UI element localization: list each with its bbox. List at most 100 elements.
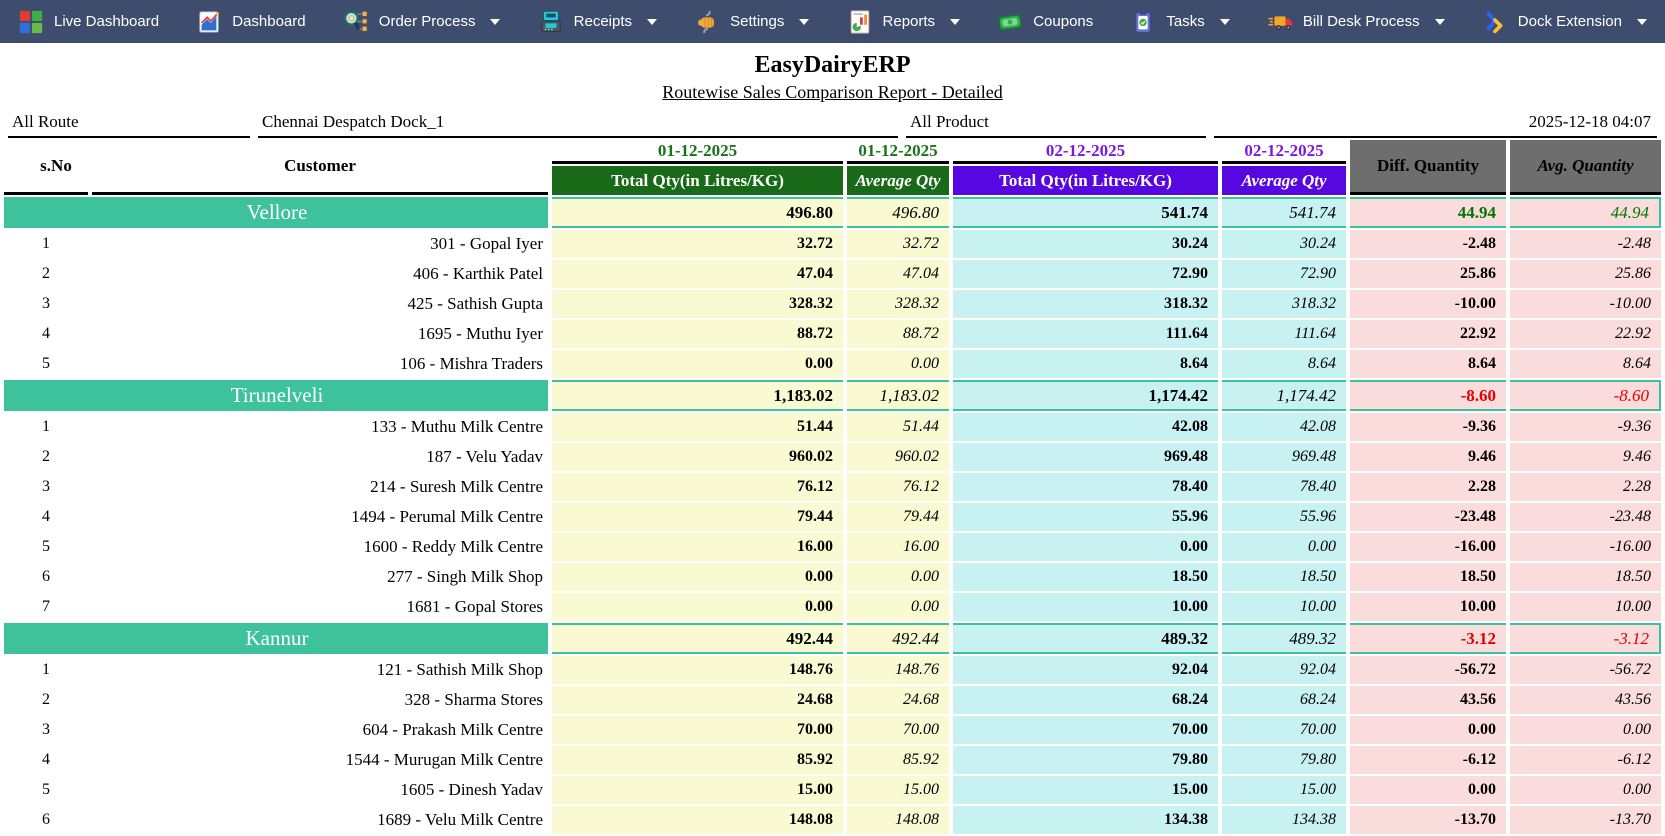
customer-row: 6 277 - Singh Milk Shop 0.00 0.00 18.50 18.50… [4, 563, 1661, 591]
total-qty-day2-cell: 72.90 [953, 260, 1218, 288]
average-qty-day2-cell: 70.00 [1222, 716, 1346, 744]
diff-quantity-cell: 25.86 [1350, 260, 1506, 288]
diff-quantity-cell: 43.56 [1350, 686, 1506, 714]
customer-row: 5 1605 - Dinesh Yadav 15.00 15.00 15.00 15.00… [4, 776, 1661, 804]
total-qty-day2-cell: 318.32 [953, 290, 1218, 318]
nav-item-dock-extension[interactable]: Dock Extension [1482, 9, 1647, 35]
sno-cell: 4 [42, 751, 50, 768]
chevron-down-icon [1434, 18, 1445, 25]
diff-quantity-cell: 0.00 [1350, 776, 1506, 804]
customer-cell: 1494 - Perumal Milk Centre [351, 507, 543, 526]
avg-quantity-cell: 22.92 [1510, 320, 1661, 348]
nav-item-label: Bill Desk Process [1302, 13, 1420, 30]
customer-row: 1 133 - Muthu Milk Centre 51.44 51.44 42.08 4… [4, 413, 1661, 441]
avg-quantity-cell: -8.60 [1510, 380, 1661, 411]
route-name: Kannur [4, 623, 548, 654]
total-qty-day1-cell: 960.02 [552, 443, 843, 471]
average-qty-day2-cell: 10.00 [1222, 593, 1346, 621]
page-title: EasyDairyERP [754, 52, 911, 78]
customer-cell: 1689 - Velu Milk Centre [377, 810, 543, 829]
column-header-diff-quantity: Diff. Quantity [1350, 140, 1506, 195]
average-qty-day2-cell: 969.48 [1222, 443, 1346, 471]
diff-quantity-cell: -23.48 [1350, 503, 1506, 531]
sno-cell: 1 [42, 235, 50, 252]
date-header-1: 01-12-2025 [552, 140, 843, 164]
total-qty-day1-cell: 16.00 [552, 533, 843, 561]
nav-item-label: Receipts [573, 13, 632, 30]
customer-cell: 214 - Suresh Milk Centre [370, 477, 543, 496]
total-qty-day2-cell: 0.00 [953, 533, 1218, 561]
diff-quantity-cell: 10.00 [1350, 593, 1506, 621]
avg-quantity-cell: -2.48 [1510, 230, 1661, 258]
total-qty-day1-cell: 47.04 [552, 260, 843, 288]
customer-cell: 187 - Velu Yadav [426, 447, 543, 466]
nav-item-coupons[interactable]: Coupons [997, 9, 1093, 35]
total-qty-day2-cell: 8.64 [953, 350, 1218, 378]
total-qty-day1-cell: 496.80 [552, 197, 843, 228]
total-qty-day2-cell: 10.00 [953, 593, 1218, 621]
avg-quantity-cell: 0.00 [1510, 776, 1661, 804]
average-qty-day2-cell: 68.24 [1222, 686, 1346, 714]
avg-quantity-cell: 8.64 [1510, 350, 1661, 378]
sno-cell: 3 [42, 295, 50, 312]
customer-cell: 121 - Sathish Milk Shop [376, 660, 543, 679]
total-qty-day2-cell: 30.24 [953, 230, 1218, 258]
customer-row: 3 425 - Sathish Gupta 328.32 328.32 318.32 31… [4, 290, 1661, 318]
customer-row: 2 406 - Karthik Patel 47.04 47.04 72.90 72.90… [4, 260, 1661, 288]
average-qty-day1-cell: 15.00 [847, 776, 949, 804]
nav-item-order-process[interactable]: Order Process [343, 9, 501, 35]
average-qty-day1-cell: 492.44 [847, 623, 949, 654]
bill-desk-icon [1268, 15, 1292, 30]
customer-row: 4 1494 - Perumal Milk Centre 79.44 79.44 55.… [4, 503, 1661, 531]
total-qty-day1-cell: 15.00 [552, 776, 843, 804]
nav-item-label: Coupons [1033, 13, 1094, 30]
nav-item-tasks[interactable]: Tasks [1130, 9, 1230, 35]
diff-quantity-cell: -9.36 [1350, 413, 1506, 441]
total-qty-day2-cell: 68.24 [953, 686, 1218, 714]
average-qty-day1-cell: 70.00 [847, 716, 949, 744]
nav-item-receipts[interactable]: Receipts [538, 9, 657, 35]
average-qty-day1-cell: 88.72 [847, 320, 949, 348]
total-qty-day2-cell: 111.64 [953, 320, 1218, 348]
filter-route: All Route [8, 110, 250, 138]
customer-cell: 425 - Sathish Gupta [407, 294, 543, 313]
nav-item-label: Settings [730, 13, 785, 30]
total-qty-day2-cell: 1,174.42 [953, 380, 1218, 411]
average-qty-day1-cell: 0.00 [847, 563, 949, 591]
chevron-down-icon [799, 18, 810, 25]
nav-item-live-dashboard[interactable]: Live Dashboard [18, 9, 159, 35]
nav-item-settings[interactable]: Settings [694, 9, 810, 35]
avg-quantity-cell: -9.36 [1510, 413, 1661, 441]
average-qty-day1-cell: 0.00 [847, 350, 949, 378]
customer-row: 2 328 - Sharma Stores 24.68 24.68 68.24 68.24… [4, 686, 1661, 714]
total-qty-day2-cell: 42.08 [953, 413, 1218, 441]
total-qty-day1-cell: 51.44 [552, 413, 843, 441]
sno-cell: 5 [42, 538, 50, 555]
sno-cell: 5 [42, 355, 50, 372]
average-qty-day1-cell: 960.02 [847, 443, 949, 471]
total-qty-day1-cell: 0.00 [552, 350, 843, 378]
average-qty-day1-cell: 47.04 [847, 260, 949, 288]
average-qty-day1-cell: 85.92 [847, 746, 949, 774]
sno-cell: 5 [42, 781, 50, 798]
diff-quantity-cell: -6.12 [1350, 746, 1506, 774]
avg-quantity-cell: 2.28 [1510, 473, 1661, 501]
customer-cell: 328 - Sharma Stores [404, 690, 543, 709]
nav-item-bill-desk-process[interactable]: Bill Desk Process [1267, 9, 1445, 35]
avg-quantity-cell: -23.48 [1510, 503, 1661, 531]
column-header-sno: s.No [4, 140, 88, 195]
sno-cell: 3 [42, 721, 50, 738]
filter-dock: Chennai Despatch Dock_1 [258, 110, 898, 138]
total-qty-day1-cell: 85.92 [552, 746, 843, 774]
avg-quantity-cell: -10.00 [1510, 290, 1661, 318]
nav-item-label: Dock Extension [1517, 13, 1622, 30]
sno-cell: 6 [42, 568, 50, 585]
nav-item-reports[interactable]: Reports [847, 9, 961, 35]
diff-quantity-cell: 8.64 [1350, 350, 1506, 378]
total-qty-day1-cell: 76.12 [552, 473, 843, 501]
average-qty-day1-cell: 51.44 [847, 413, 949, 441]
dock-extension-icon [1486, 11, 1503, 33]
diff-quantity-cell: 0.00 [1350, 716, 1506, 744]
route-group-row: Kannur 492.44 492.44 489.32 489.32 -3.12 -3.12 [4, 623, 1661, 654]
nav-item-dashboard[interactable]: Dashboard [196, 9, 306, 35]
